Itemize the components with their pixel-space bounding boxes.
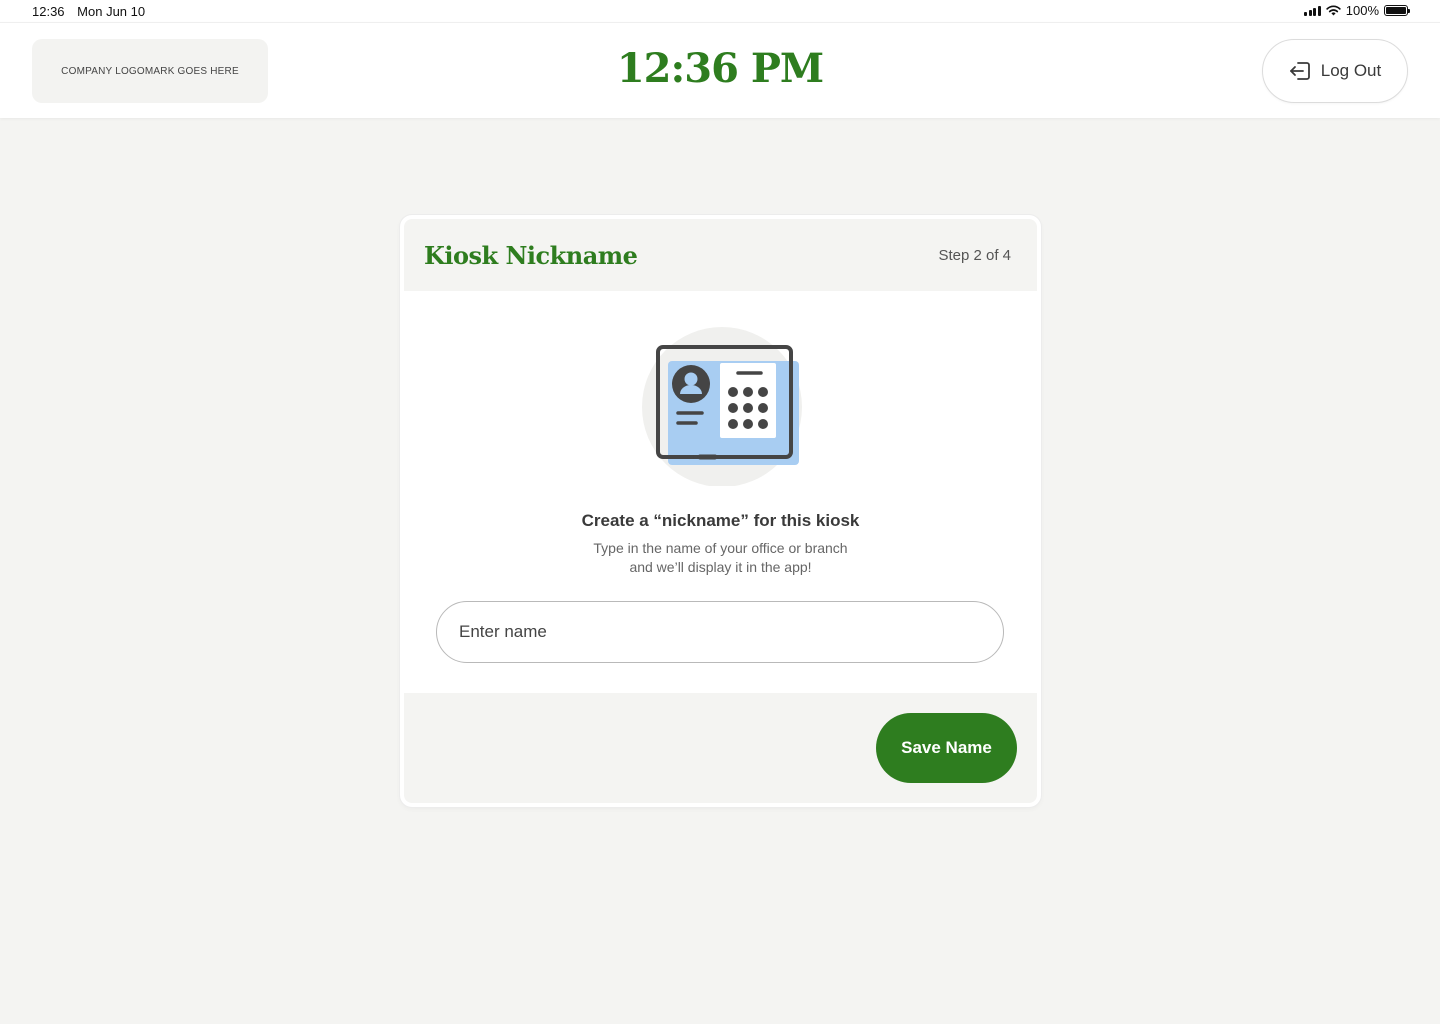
top-header: COMPANY LOGOMARK GOES HERE 12:36 PM Log … [0, 22, 1440, 118]
status-right: 100% [1304, 3, 1410, 18]
status-left: 12:36 Mon Jun 10 [32, 4, 154, 19]
card-body: Create a “nickname” for this kiosk Type … [404, 291, 1037, 693]
nickname-description: Type in the name of your office or branc… [554, 539, 887, 577]
save-name-button[interactable]: Save Name [876, 713, 1017, 783]
card-title: Kiosk Nickname [424, 241, 638, 270]
logout-button[interactable]: Log Out [1262, 39, 1408, 103]
status-bar: 12:36 Mon Jun 10 100% [0, 0, 1440, 22]
header-clock: 12:36 PM [616, 45, 824, 92]
logout-icon [1289, 62, 1310, 80]
kiosk-name-input[interactable] [436, 601, 1004, 663]
card-footer: Save Name [404, 693, 1037, 803]
cellular-signal-icon [1304, 5, 1321, 16]
battery-percent: 100% [1345, 3, 1379, 18]
battery-icon [1384, 5, 1410, 16]
card-header: Kiosk Nickname Step 2 of 4 [404, 219, 1037, 291]
step-indicator: Step 2 of 4 [938, 247, 1011, 264]
description-line-1: Type in the name of your office or branc… [593, 540, 848, 556]
wifi-icon [1326, 5, 1341, 16]
description-line-2: and we’ll display it in the app! [629, 559, 812, 575]
status-time: 12:36 [32, 4, 65, 19]
nickname-heading: Create a “nickname” for this kiosk [581, 511, 860, 530]
kiosk-nickname-card: Kiosk Nickname Step 2 of 4 Create a “nic… [400, 215, 1041, 807]
kiosk-illustration-icon [642, 327, 802, 486]
status-date: Mon Jun 10 [77, 4, 146, 19]
logout-label: Log Out [1320, 61, 1382, 80]
